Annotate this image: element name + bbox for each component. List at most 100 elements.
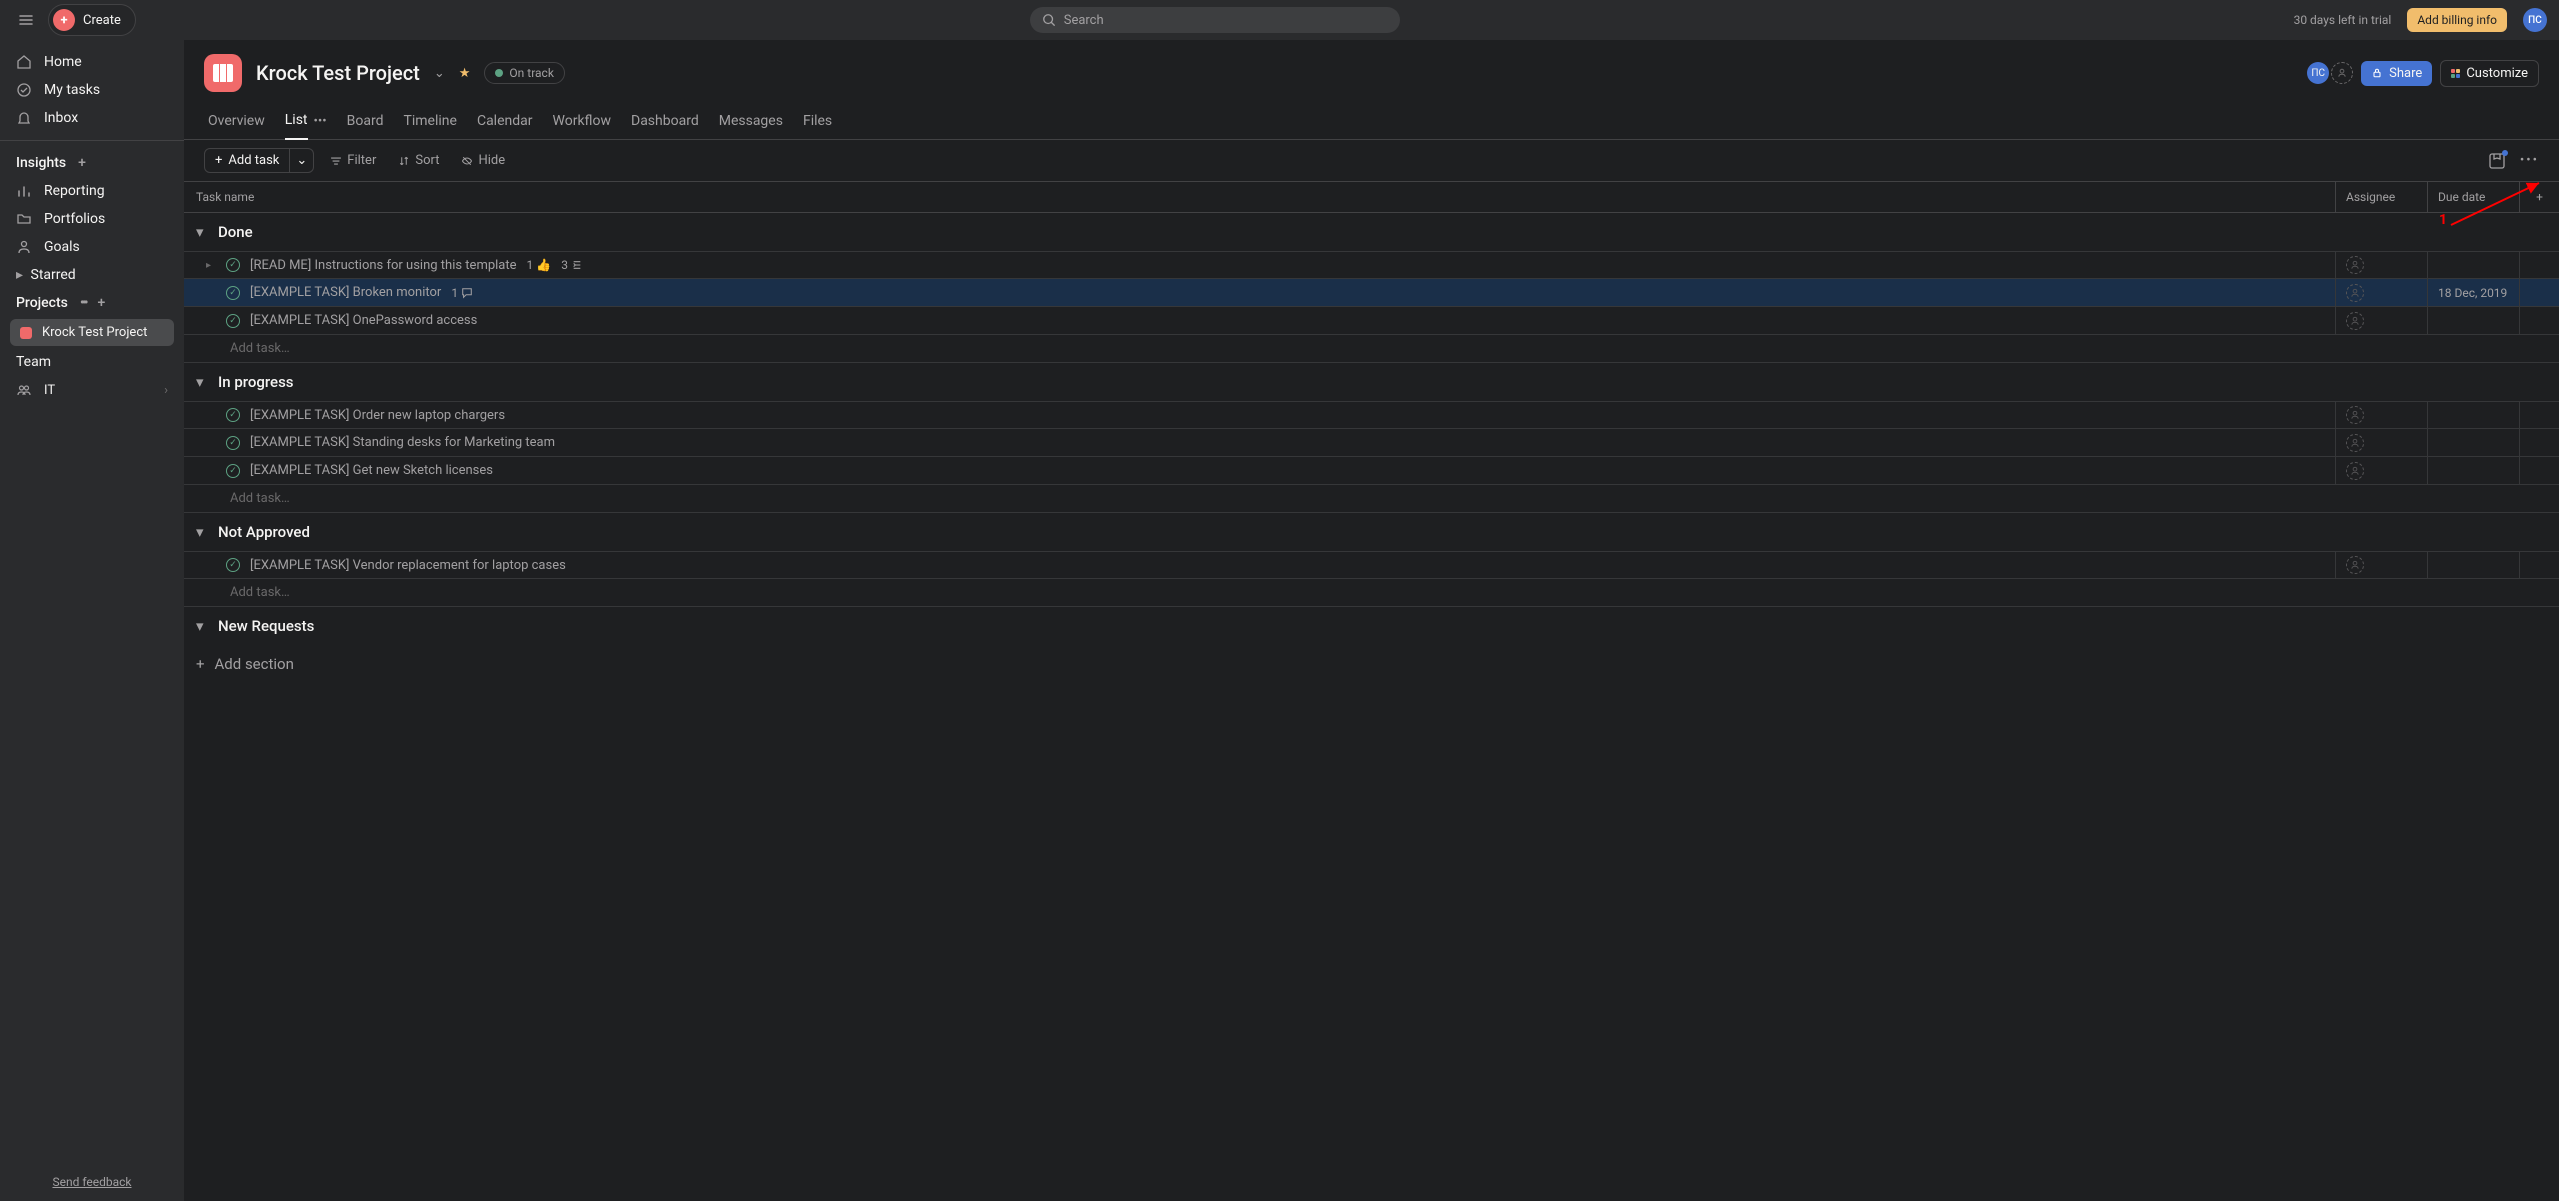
status-chip[interactable]: On track — [484, 62, 565, 84]
due-date-cell[interactable] — [2427, 307, 2519, 334]
sidebar-goals[interactable]: Goals — [0, 233, 184, 261]
tab-workflow[interactable]: Workflow — [553, 105, 612, 139]
sidebar-home[interactable]: Home — [0, 48, 184, 76]
task-row[interactable]: [EXAMPLE TASK] Vendor replacement for la… — [184, 551, 2559, 579]
add-task-row[interactable]: Add task… — [184, 335, 2559, 363]
tab-dashboard[interactable]: Dashboard — [631, 105, 699, 139]
member-avatar[interactable]: ПС — [2307, 62, 2329, 84]
star-icon[interactable]: ★ — [459, 66, 471, 81]
create-button[interactable]: + Create — [48, 4, 136, 36]
tab-timeline[interactable]: Timeline — [404, 105, 457, 139]
complete-checkbox[interactable] — [226, 258, 240, 272]
like-count[interactable]: 1 👍 — [527, 258, 552, 272]
tab-board[interactable]: Board — [347, 105, 384, 139]
sidebar-insights-header[interactable]: Insights + — [0, 149, 184, 177]
share-button[interactable]: Share — [2361, 61, 2432, 86]
task-name-cell: [EXAMPLE TASK] Standing desks for Market… — [184, 435, 2335, 450]
plus-icon[interactable]: + — [98, 295, 106, 311]
chevron-down-icon[interactable]: ⌄ — [434, 66, 445, 81]
project-name: Krock Test Project — [42, 325, 147, 340]
add-member-button[interactable] — [2331, 62, 2353, 84]
caret-down-icon: ▾ — [196, 373, 208, 391]
add-task-row[interactable]: Add task… — [184, 579, 2559, 607]
add-billing-button[interactable]: Add billing info — [2407, 8, 2507, 32]
due-date-cell[interactable]: 18 Dec, 2019 — [2427, 279, 2519, 306]
column-assignee[interactable]: Assignee — [2335, 182, 2427, 212]
tab-calendar[interactable]: Calendar — [477, 105, 533, 139]
assignee-cell[interactable] — [2335, 402, 2427, 428]
user-avatar[interactable]: ПС — [2523, 8, 2547, 32]
tab-messages[interactable]: Messages — [719, 105, 783, 139]
comment-count[interactable]: 1 — [451, 286, 473, 300]
hide-button[interactable]: Hide — [455, 153, 511, 168]
assignee-cell[interactable] — [2335, 457, 2427, 484]
complete-checkbox[interactable] — [226, 464, 240, 478]
add-column-button[interactable]: + — [2519, 182, 2559, 212]
complete-checkbox[interactable] — [226, 286, 240, 300]
tab-list[interactable]: List — [285, 104, 308, 140]
dots-icon[interactable]: ••• — [80, 295, 86, 311]
section-header[interactable]: ▾Not Approved — [184, 513, 2559, 551]
sidebar-portfolios[interactable]: Portfolios — [0, 205, 184, 233]
complete-checkbox[interactable] — [226, 314, 240, 328]
tab-files[interactable]: Files — [803, 105, 832, 139]
section-header[interactable]: ▾New Requests — [184, 607, 2559, 645]
section-name: New Requests — [218, 617, 314, 635]
assignee-cell[interactable] — [2335, 429, 2427, 456]
sort-button[interactable]: Sort — [392, 153, 445, 168]
assignee-cell[interactable] — [2335, 307, 2427, 334]
save-layout-button[interactable] — [2488, 152, 2506, 170]
add-section-button[interactable]: + Add section — [184, 645, 2559, 683]
section-header[interactable]: ▾Done — [184, 213, 2559, 251]
column-due-date[interactable]: Due date — [2427, 182, 2519, 212]
more-menu-button[interactable]: ••• — [2520, 153, 2539, 168]
caret-down-icon: ▾ — [196, 223, 208, 241]
add-task-dropdown[interactable]: ⌄ — [290, 148, 314, 173]
send-feedback-link[interactable]: Send feedback — [0, 1163, 184, 1201]
sidebar-projects-header[interactable]: Projects ••• + — [0, 289, 184, 317]
task-row[interactable]: [EXAMPLE TASK] Broken monitor1 18 Dec, 2… — [184, 279, 2559, 307]
tab-options-icon[interactable]: ••• — [314, 114, 327, 129]
plus-icon[interactable]: + — [78, 155, 86, 171]
tab-label: Files — [803, 113, 832, 129]
section-header[interactable]: ▾In progress — [184, 363, 2559, 401]
filter-button[interactable]: Filter — [324, 153, 382, 168]
add-task-row[interactable]: Add task… — [184, 485, 2559, 513]
add-task-button[interactable]: + Add task — [204, 148, 290, 173]
tab-overview[interactable]: Overview — [208, 105, 265, 139]
due-date-cell[interactable] — [2427, 457, 2519, 484]
search-input[interactable]: Search — [1030, 7, 1400, 33]
sidebar-inbox[interactable]: Inbox — [0, 104, 184, 132]
assignee-cell[interactable] — [2335, 252, 2427, 278]
complete-checkbox[interactable] — [226, 408, 240, 422]
starred-label: Starred — [31, 267, 76, 283]
customize-button[interactable]: Customize — [2440, 60, 2539, 87]
divider — [0, 140, 184, 141]
sidebar-team-it[interactable]: IT › — [0, 376, 184, 404]
assignee-cell[interactable] — [2335, 279, 2427, 306]
complete-checkbox[interactable] — [226, 436, 240, 450]
menu-button[interactable] — [12, 6, 40, 34]
task-row[interactable]: [EXAMPLE TASK] OnePassword access — [184, 307, 2559, 335]
complete-checkbox[interactable] — [226, 558, 240, 572]
due-date-cell[interactable] — [2427, 429, 2519, 456]
task-row[interactable]: ▸[READ ME] Instructions for using this t… — [184, 251, 2559, 279]
status-text: On track — [509, 66, 554, 80]
sidebar-inbox-label: Inbox — [44, 110, 78, 126]
sidebar-starred-header[interactable]: ▸ Starred — [0, 261, 184, 289]
task-row[interactable]: [EXAMPLE TASK] Order new laptop chargers — [184, 401, 2559, 429]
due-date-cell[interactable] — [2427, 402, 2519, 428]
sidebar-reporting[interactable]: Reporting — [0, 177, 184, 205]
sidebar-team-header[interactable]: Team — [0, 348, 184, 376]
sidebar-my-tasks[interactable]: My tasks — [0, 76, 184, 104]
column-task-name[interactable]: Task name — [184, 182, 2335, 212]
sidebar-project-item[interactable]: Krock Test Project — [10, 319, 174, 346]
due-date-cell[interactable] — [2427, 552, 2519, 578]
task-row[interactable]: [EXAMPLE TASK] Standing desks for Market… — [184, 429, 2559, 457]
task-row[interactable]: [EXAMPLE TASK] Get new Sketch licenses — [184, 457, 2559, 485]
subtask-count[interactable]: 3 — [561, 258, 583, 272]
top-bar: + Create Search 30 days left in trial Ad… — [0, 0, 2559, 40]
assignee-cell[interactable] — [2335, 552, 2427, 578]
expand-icon[interactable]: ▸ — [206, 260, 216, 271]
due-date-cell[interactable] — [2427, 252, 2519, 278]
